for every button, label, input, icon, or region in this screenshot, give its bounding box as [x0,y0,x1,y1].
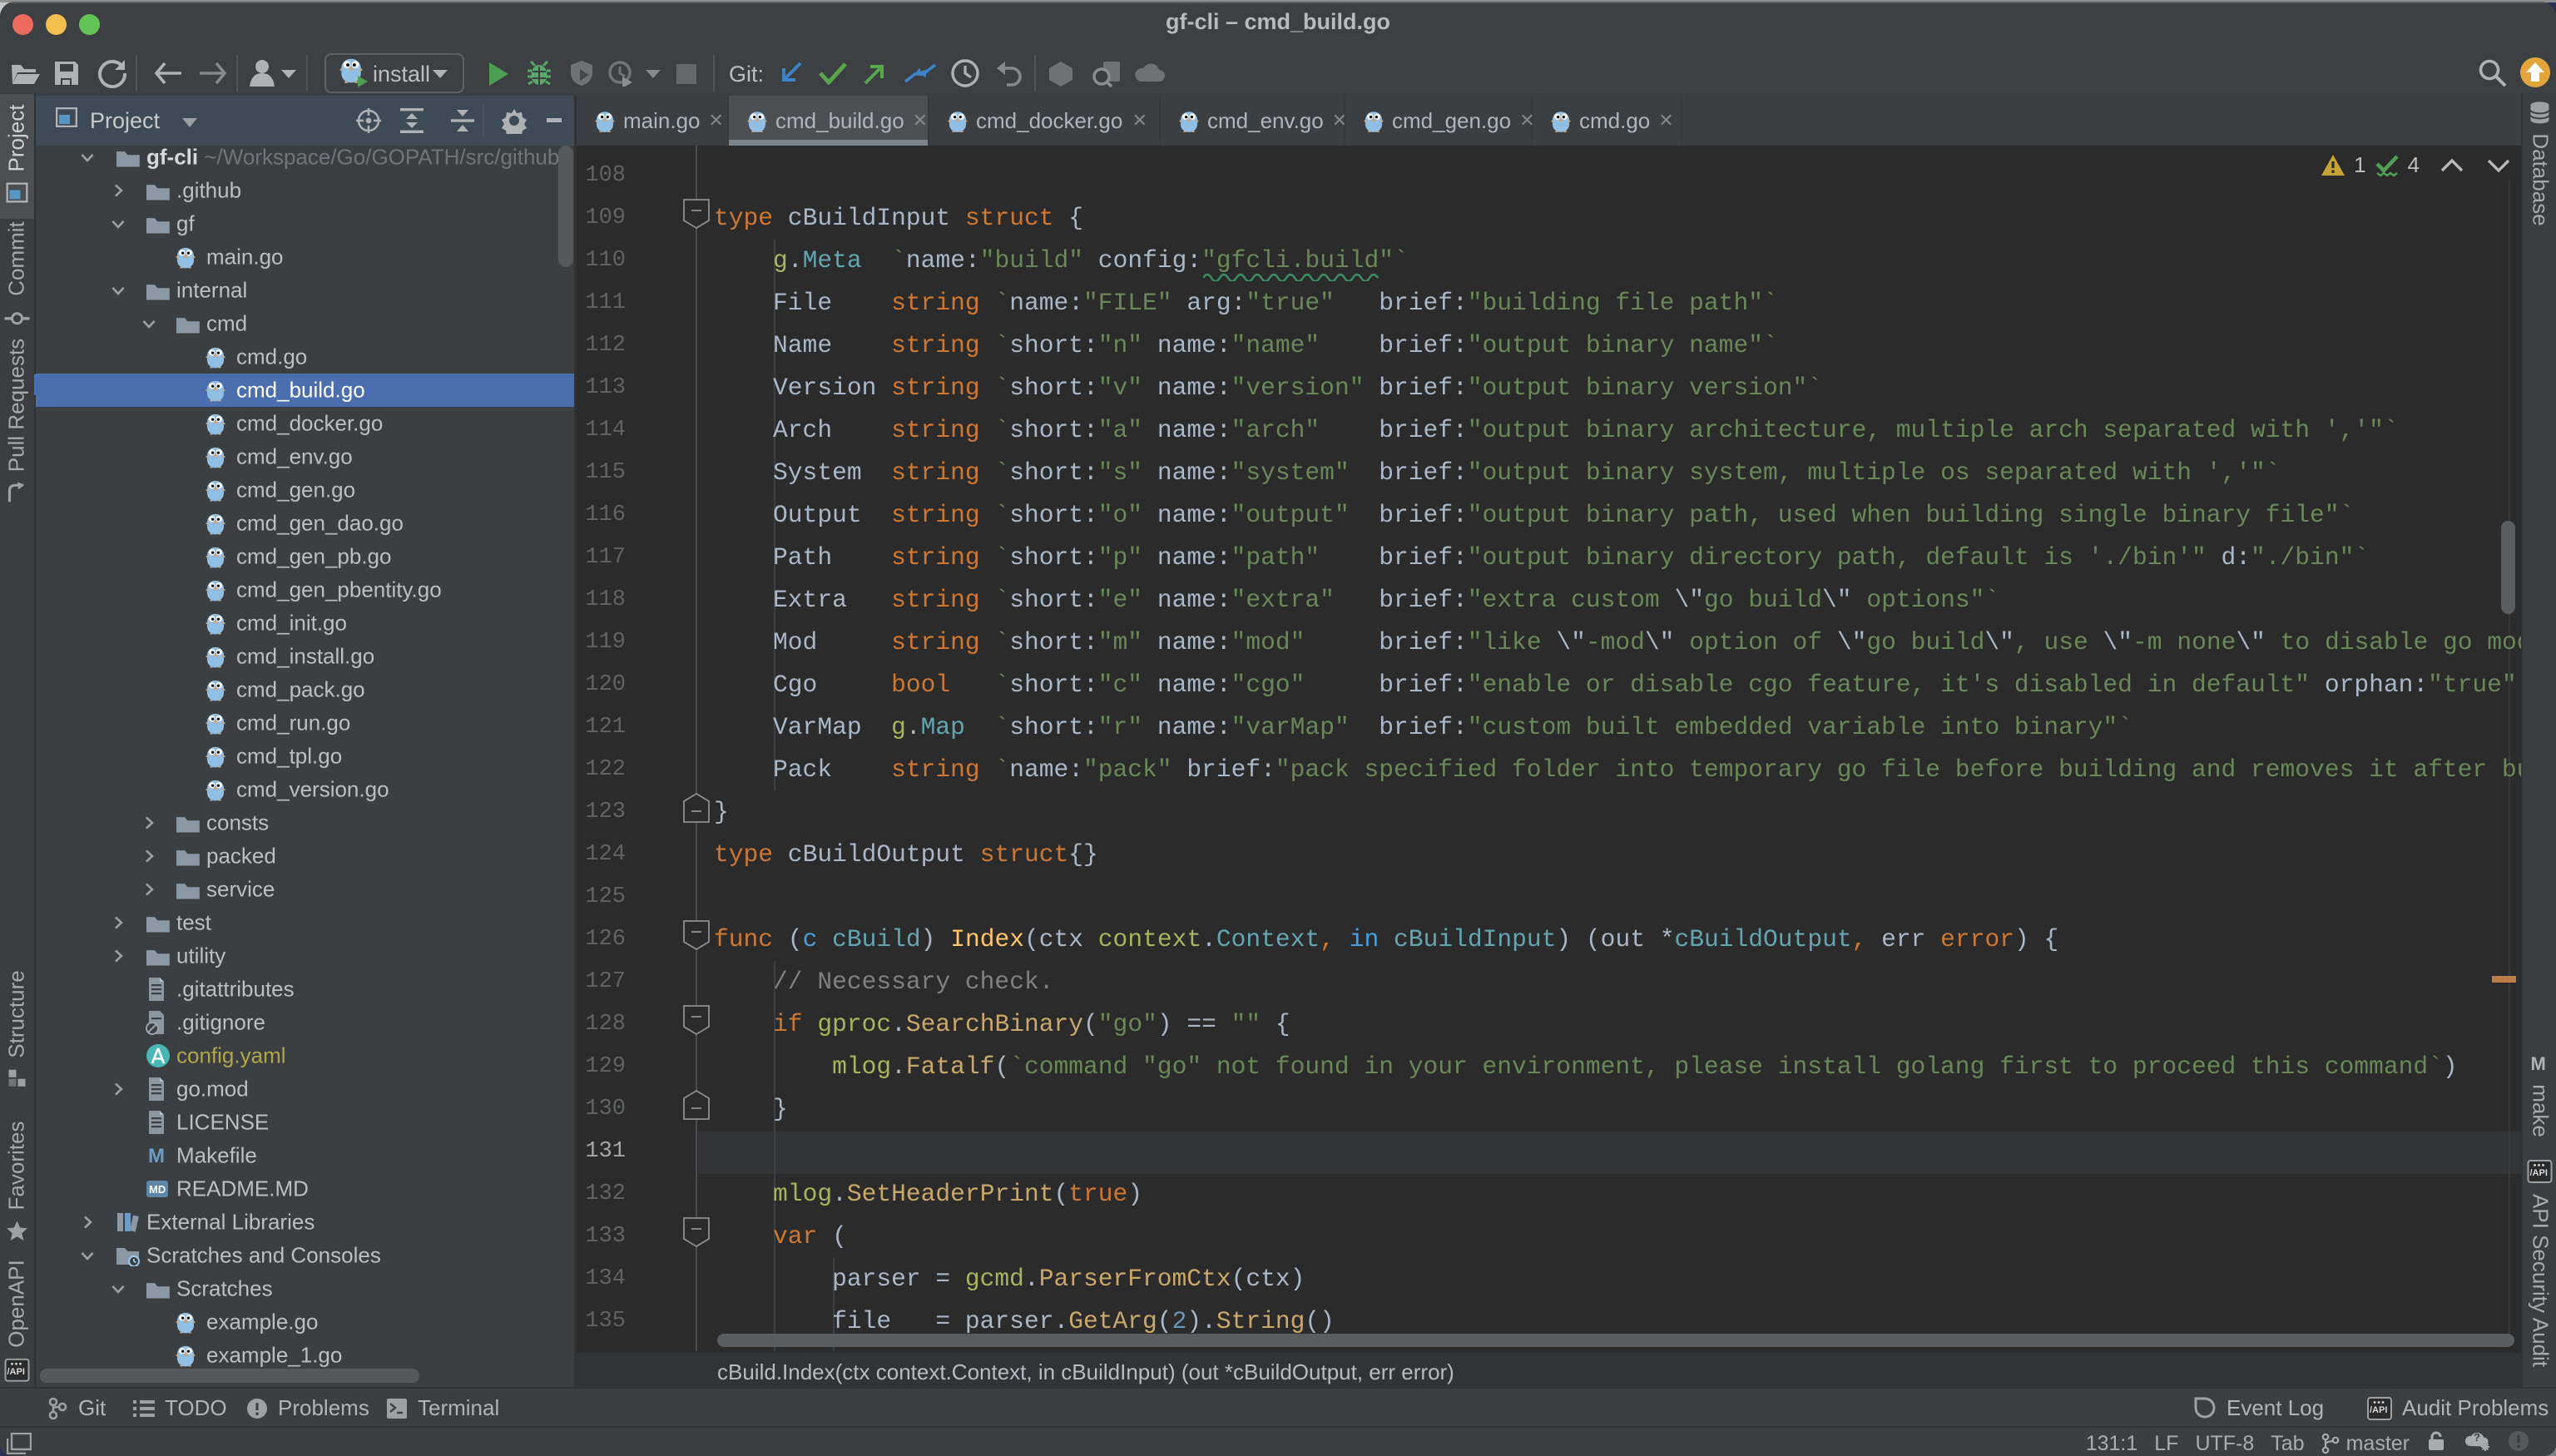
svg-text:/API: /API [7,1367,24,1377]
svg-text:M: M [2531,1054,2546,1074]
svg-text:/API: /API [2370,1405,2387,1415]
svg-text:MD: MD [149,1183,166,1196]
svg-text:?: ? [2474,1431,2480,1444]
svg-text:M: M [148,1145,165,1167]
svg-text:/API: /API [2530,1168,2548,1178]
